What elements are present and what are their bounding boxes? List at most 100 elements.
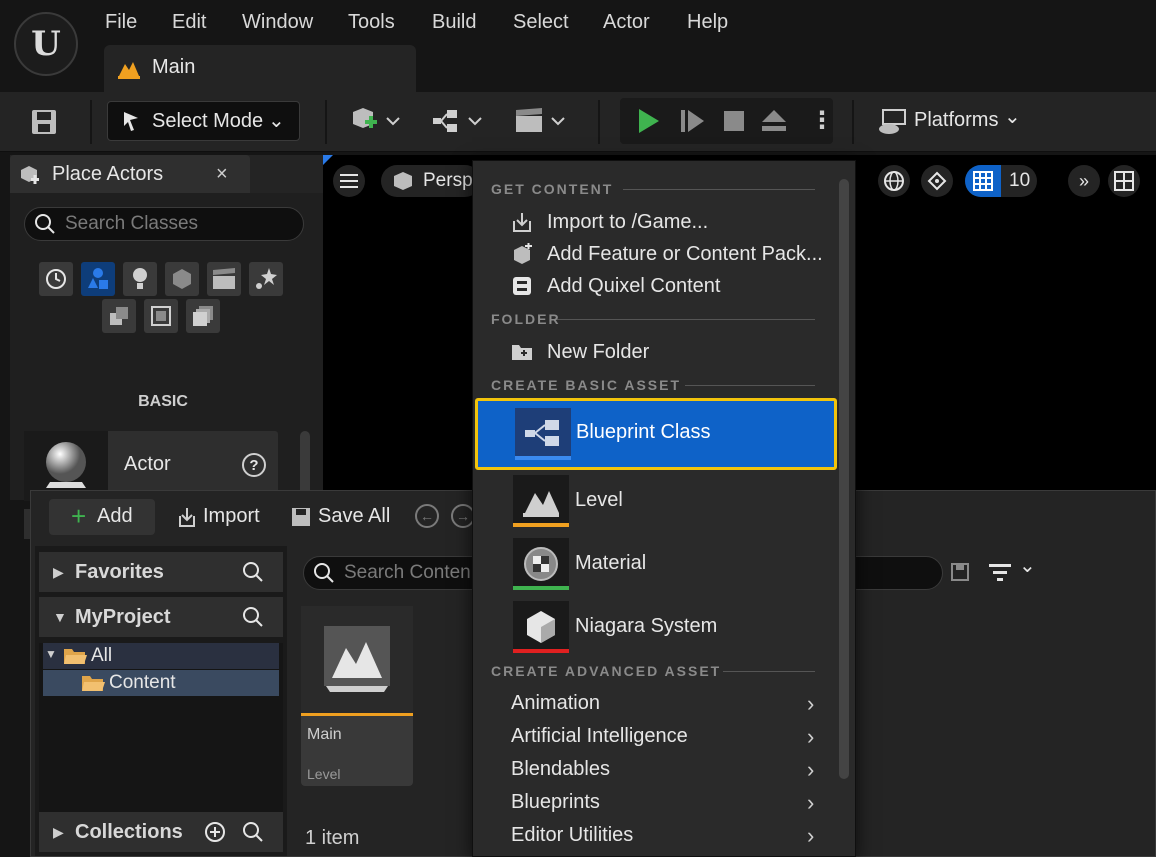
add-label: Add (97, 505, 133, 527)
double-chevron-right-icon[interactable]: » (1068, 165, 1100, 197)
basic-category-icon[interactable] (81, 262, 115, 296)
menu-item-import[interactable]: Import to /Game... (487, 207, 827, 239)
save-all-button[interactable]: Save All (318, 505, 390, 528)
menu-item-label: Animation (511, 692, 600, 714)
menu-item-artificial-intelligence[interactable]: Artificial Intelligence › (511, 722, 831, 754)
menu-item-level[interactable]: Level (513, 475, 833, 535)
menu-scrollbar[interactable] (839, 179, 849, 779)
save-all-icon[interactable] (289, 505, 313, 529)
back-icon[interactable]: ← (415, 504, 439, 528)
niagara-icon (513, 601, 569, 653)
menu-item-add-quixel[interactable]: Add Quixel Content (487, 271, 827, 303)
stop-icon[interactable] (716, 106, 752, 136)
menu-help[interactable]: Help (687, 8, 728, 36)
visual-effects-icon[interactable] (249, 262, 283, 296)
globe-icon[interactable] (878, 165, 910, 197)
menu-tools[interactable]: Tools (348, 8, 395, 36)
cinematic-icon[interactable] (207, 262, 241, 296)
menu-window[interactable]: Window (242, 8, 313, 36)
tree-item-content[interactable]: Content (43, 670, 279, 696)
tree-item-label: Content (109, 672, 176, 693)
menu-file[interactable]: File (105, 8, 137, 36)
menu-item-blendables[interactable]: Blendables › (511, 755, 831, 787)
tab-main[interactable]: Main (104, 45, 416, 92)
layout-icon[interactable] (1108, 165, 1140, 197)
blueprint-menu-icon[interactable] (430, 104, 486, 138)
menu-item-new-folder[interactable]: New Folder (487, 337, 827, 369)
menu-build[interactable]: Build (432, 8, 476, 36)
menu-item-editor-utilities[interactable]: Editor Utilities › (511, 821, 831, 853)
menu-item-blueprint-class[interactable]: Blueprint Class (475, 398, 837, 470)
platforms-icon[interactable] (876, 107, 910, 137)
menu-item-label: Level (575, 489, 623, 511)
viewport-corner-marker (323, 155, 333, 165)
sources-panel: ▶ Favorites ▼ MyProject ▼ All Content ▶ … (35, 546, 287, 856)
menu-item-niagara-system[interactable]: Niagara System (513, 601, 833, 661)
close-icon[interactable]: × (216, 163, 228, 186)
search-icon[interactable] (241, 605, 265, 629)
search-icon[interactable] (241, 560, 265, 584)
step-icon[interactable] (674, 106, 710, 136)
geometry-icon[interactable] (102, 299, 136, 333)
menu-item-add-feature-pack[interactable]: Add Feature or Content Pack... (487, 239, 827, 271)
menu-item-label: New Folder (547, 341, 650, 363)
cursor-icon (118, 108, 146, 136)
cinematics-icon[interactable] (513, 104, 569, 138)
tree-item-label: All (91, 645, 113, 666)
eject-icon[interactable] (756, 106, 792, 136)
filter-icon[interactable] (985, 559, 1015, 585)
import-button[interactable]: Import (203, 505, 260, 528)
lights-icon[interactable] (123, 262, 157, 296)
grid-icon[interactable] (965, 165, 1001, 197)
menu-item-label: Niagara System (575, 615, 718, 637)
grid-snap-toggle[interactable]: 10 (965, 165, 1037, 197)
section-header-create-basic-asset: CREATE BASIC ASSET (491, 377, 682, 393)
search-classes-input[interactable]: Search Classes (24, 207, 304, 241)
menu-edit[interactable]: Edit (172, 8, 206, 36)
add-button[interactable]: + Add (49, 499, 155, 535)
hamburger-menu-icon[interactable] (333, 165, 365, 197)
add-actor-icon[interactable] (348, 104, 404, 138)
play-controls: ⋮ (620, 98, 834, 144)
menu-item-blueprints[interactable]: Blueprints › (511, 788, 831, 820)
menu-item-animation[interactable]: Animation › (511, 689, 831, 721)
menu-select[interactable]: Select (513, 8, 569, 36)
all-classes-icon[interactable] (186, 299, 220, 333)
add-collection-icon[interactable] (203, 820, 227, 844)
menu-item-material[interactable]: Material (513, 538, 833, 598)
import-icon[interactable] (175, 505, 199, 529)
search-placeholder: Search Conten (344, 562, 471, 583)
place-actors-title: Place Actors (52, 163, 164, 185)
menu-actor[interactable]: Actor (603, 8, 650, 36)
volumes-icon[interactable] (144, 299, 178, 333)
project-header[interactable]: ▼ MyProject (39, 597, 283, 637)
more-options-icon[interactable]: ⋮ (810, 106, 834, 135)
select-mode-dropdown[interactable]: Select Mode ⌄ (107, 101, 300, 141)
collapse-arrow-icon: ▼ (53, 609, 67, 625)
menu-item-label: Blendables (511, 758, 610, 780)
tree-item-all[interactable]: ▼ All (43, 643, 279, 669)
cube-icon (391, 169, 415, 193)
place-actors-tab[interactable]: Place Actors × (10, 155, 250, 193)
level-icon (513, 475, 569, 527)
chevron-down-icon[interactable]: ⌄ (1019, 553, 1036, 578)
favorites-header[interactable]: ▶ Favorites (39, 552, 283, 592)
surface-snapping-icon[interactable] (921, 165, 953, 197)
recent-icon[interactable] (39, 262, 73, 296)
chevron-right-icon: › (807, 724, 815, 749)
grid-size-value[interactable]: 10 (1009, 170, 1030, 192)
asset-tile[interactable]: Main Level (301, 606, 413, 786)
play-icon[interactable] (630, 106, 666, 136)
feature-pack-icon (511, 243, 533, 265)
place-actors-panel: Place Actors × Search Classes BASIC Acto… (10, 155, 323, 539)
unreal-logo-icon[interactable]: U (14, 12, 78, 76)
save-icon[interactable] (28, 106, 60, 138)
shapes-icon[interactable] (165, 262, 199, 296)
search-icon[interactable] (241, 820, 265, 844)
help-icon[interactable]: ? (242, 453, 266, 477)
collections-header[interactable]: ▶ Collections (39, 812, 283, 852)
save-search-icon[interactable] (949, 561, 971, 583)
perspective-dropdown[interactable]: Persp (381, 165, 481, 197)
platforms-label[interactable]: Platforms (914, 109, 998, 132)
asset-color-bar (515, 456, 571, 460)
